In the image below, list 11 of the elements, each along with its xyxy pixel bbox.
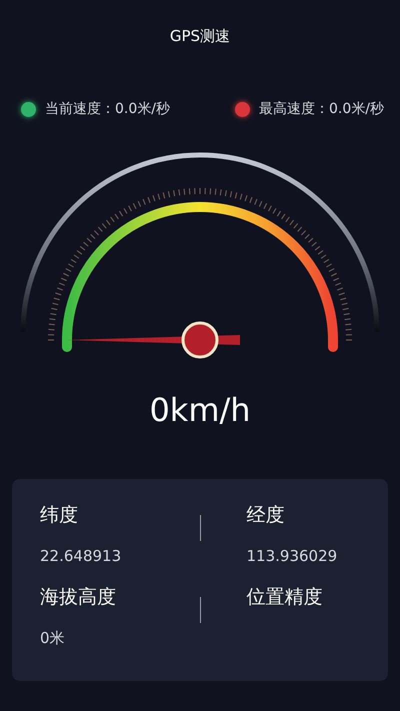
info-label: 位置精度 — [246, 585, 324, 610]
legend-label: 最高速度：0.0米/秒 — [259, 100, 384, 118]
info-label: 经度 — [246, 503, 286, 528]
info-value: 22.648913 — [40, 546, 122, 567]
speed-reading: 0km/h — [148, 391, 252, 431]
info-label: 纬度 — [40, 503, 79, 528]
info-value: 113.936029 — [246, 546, 338, 567]
page-title: GPS测速 — [168, 26, 232, 47]
legend-label: 当前速度：0.0米/秒 — [45, 100, 170, 118]
info-label: 海拔高度 — [40, 585, 117, 610]
info-value: 0米 — [40, 628, 66, 649]
